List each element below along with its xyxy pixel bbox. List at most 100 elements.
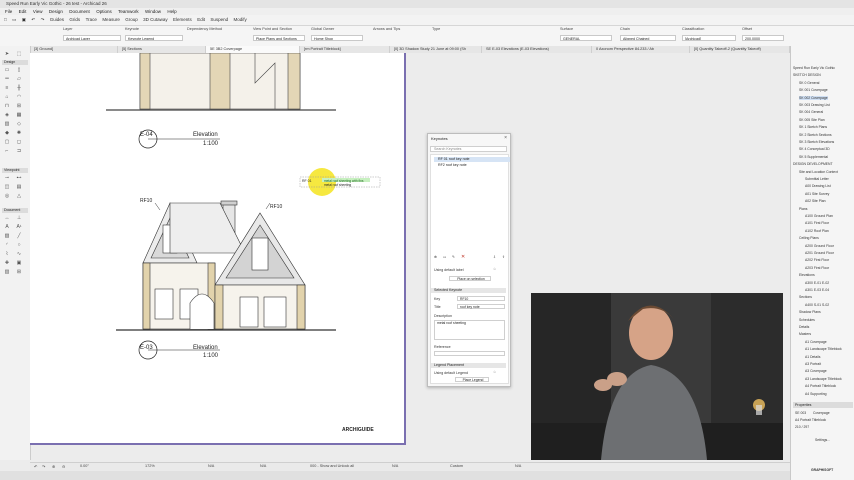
hotspot-tool-icon[interactable]: ✚ bbox=[3, 260, 11, 266]
figure-tool-icon[interactable]: ▣ bbox=[15, 260, 23, 266]
drawing-tool-icon[interactable]: ▥ bbox=[3, 269, 11, 275]
navigator-item[interactable]: A02 Site Plan bbox=[805, 199, 826, 203]
lamp-tool-icon[interactable]: ✺ bbox=[15, 130, 23, 136]
legend-placement-section[interactable]: Legend Placement bbox=[431, 363, 506, 368]
undo-icon[interactable]: ↶ bbox=[31, 15, 35, 25]
surface-select[interactable]: GENERAL bbox=[560, 35, 612, 41]
morph-tool-icon[interactable]: ◆ bbox=[3, 130, 11, 136]
toolbox-section-design[interactable]: Design bbox=[2, 60, 28, 65]
angle-value[interactable]: 0.00° bbox=[80, 464, 89, 468]
navigator-item[interactable]: Speed Run Early Vic Gothic bbox=[793, 66, 835, 70]
save-icon[interactable]: ▣ bbox=[22, 15, 26, 25]
navigator-item[interactable]: SKETCH DESIGN bbox=[793, 73, 821, 77]
navigator-item[interactable]: A4 Supporting bbox=[805, 392, 827, 396]
shell-tool-icon[interactable]: ◠ bbox=[15, 94, 23, 100]
arc-tool-icon[interactable]: ◜ bbox=[3, 242, 11, 248]
dimension-tool-icon[interactable]: ↔ bbox=[3, 215, 11, 221]
marquee-tool-icon[interactable]: ⬚ bbox=[15, 51, 23, 57]
navigator-item[interactable]: A3 Portrait bbox=[805, 362, 821, 366]
view-status[interactable]: 000 - Show and Unlock all bbox=[310, 464, 354, 468]
undo-status-icon[interactable]: ↶ bbox=[34, 464, 37, 469]
skylight-tool-icon[interactable]: ◻ bbox=[15, 139, 23, 145]
navigator-item[interactable]: A200 Ground Floor bbox=[805, 244, 834, 248]
navigator-item[interactable]: A4 Portrait Titleblock bbox=[805, 384, 836, 388]
redo-icon[interactable]: ↷ bbox=[41, 15, 45, 25]
trace-button[interactable]: Trace bbox=[86, 15, 97, 25]
navigator-item[interactable]: SK 4 Conceptual 3D bbox=[799, 147, 830, 151]
navigator-item[interactable]: A00 Drawing List bbox=[805, 184, 831, 188]
place-select[interactable]: Place Plans and Sections bbox=[253, 35, 305, 41]
navigator-item[interactable]: SK 002 Coverpage bbox=[799, 95, 828, 100]
navigator-item[interactable]: A201 Ground Floor bbox=[805, 251, 834, 255]
navigator-item[interactable]: A1 Details bbox=[805, 355, 820, 359]
arrow-tool-icon[interactable]: ➤ bbox=[3, 51, 11, 57]
na-4[interactable]: N/A bbox=[515, 464, 521, 468]
navigator-item[interactable]: A301 E-03 E-04 bbox=[805, 288, 829, 292]
navigator-item[interactable]: A3 Landscape Titleblock bbox=[805, 377, 842, 381]
menu-document[interactable]: Document bbox=[69, 8, 90, 15]
settings-button[interactable]: Settings... bbox=[815, 438, 830, 442]
navigator-item[interactable]: SK 2 Sketch Sections bbox=[799, 133, 832, 137]
guides-button[interactable]: Guides bbox=[50, 15, 64, 25]
close-icon[interactable]: × bbox=[504, 135, 507, 141]
elevation-tool-icon[interactable]: ⊷ bbox=[15, 175, 23, 181]
menu-window[interactable]: Window bbox=[145, 8, 161, 15]
menu-view[interactable]: View bbox=[33, 8, 43, 15]
navigator-item[interactable]: SK 1 Sketch Plans bbox=[799, 125, 827, 129]
navigator-item[interactable]: A203 First Floor bbox=[805, 266, 829, 270]
menu-file[interactable]: File bbox=[5, 8, 12, 15]
keynote-search-input[interactable]: Search Keynotes bbox=[430, 146, 507, 152]
interior-elevation-tool-icon[interactable]: ◫ bbox=[3, 184, 11, 190]
section-tool-icon[interactable]: ⊸ bbox=[3, 175, 11, 181]
opening-tool-icon[interactable]: ▢ bbox=[3, 139, 11, 145]
menu-design[interactable]: Design bbox=[49, 8, 63, 15]
reference-input[interactable] bbox=[434, 351, 505, 356]
navigator-item[interactable]: A101 First Floor bbox=[805, 221, 829, 225]
worksheet-tool-icon[interactable]: ▤ bbox=[15, 184, 23, 190]
navigator-item[interactable]: SK 0 General bbox=[799, 81, 819, 85]
tab-ground[interactable]: [3] Ground] bbox=[30, 46, 118, 53]
navigator-item[interactable]: A202 First Floor bbox=[805, 258, 829, 262]
label-tool-icon[interactable]: A¹ bbox=[15, 224, 23, 230]
change-tool-icon[interactable]: △ bbox=[15, 193, 23, 199]
spline-tool-icon[interactable]: ∿ bbox=[15, 251, 23, 257]
menu-options[interactable]: Options bbox=[96, 8, 112, 15]
door-tool-icon[interactable]: ⊓ bbox=[3, 103, 11, 109]
navigator-item[interactable]: A01 Site Survey bbox=[805, 192, 829, 196]
grids-button[interactable]: Grids bbox=[69, 15, 80, 25]
cutaway-button[interactable]: 3D Cutaway bbox=[143, 15, 168, 25]
tab-portrait-titleblock[interactable]: [rm Portrait Titleblock] bbox=[300, 46, 390, 53]
selected-keynote-section[interactable]: Selected Keynote bbox=[431, 288, 506, 293]
layer-select[interactable]: Archicad Layer bbox=[63, 35, 121, 41]
navigator-item[interactable]: SK 005 Site Plan bbox=[799, 118, 825, 122]
title-input[interactable]: roof key note bbox=[457, 304, 505, 309]
navigator-item[interactable]: SK 5 Supplemental bbox=[799, 155, 828, 159]
tab-quantity-takeoff[interactable]: [0] Quantity Takeoff-2 (Quantity Takeoff… bbox=[690, 46, 790, 53]
offset-input[interactable]: 200.0000 bbox=[742, 35, 784, 41]
zoom-value[interactable]: 172% bbox=[145, 464, 155, 468]
zone-tool-icon[interactable]: ▦ bbox=[15, 112, 23, 118]
suspend-button[interactable]: Suspend bbox=[210, 15, 228, 25]
chain-select[interactable]: Aligned Chained bbox=[620, 35, 676, 41]
menu-help[interactable]: Help bbox=[167, 8, 176, 15]
beam-tool-icon[interactable]: ═ bbox=[3, 76, 11, 82]
navigator-item[interactable]: Plans bbox=[799, 207, 807, 211]
description-input[interactable]: metal roof sheeting bbox=[434, 320, 505, 340]
navigator-item[interactable]: Masters bbox=[799, 332, 811, 336]
mesh-tool-icon[interactable]: ◇ bbox=[15, 121, 23, 127]
navigator-item[interactable]: Ceiling Plans bbox=[799, 236, 819, 240]
railing-tool-icon[interactable]: ╫ bbox=[15, 85, 23, 91]
level-dimension-tool-icon[interactable]: ⊥ bbox=[15, 215, 23, 221]
navigator-item[interactable]: Site and Location Context bbox=[799, 170, 838, 174]
window-tool-icon[interactable]: ⊞ bbox=[15, 103, 23, 109]
circle-tool-icon[interactable]: ○ bbox=[15, 242, 23, 248]
navigator-item[interactable]: Sections bbox=[799, 295, 812, 299]
properties-header[interactable]: Properties bbox=[793, 402, 853, 408]
object-tool-icon[interactable]: ◈ bbox=[3, 112, 11, 118]
classification-select[interactable]: [Archicad] bbox=[682, 35, 736, 41]
zoom-in-icon[interactable]: ⊕ bbox=[52, 464, 55, 469]
curtain-wall-tool-icon[interactable]: ▥ bbox=[3, 121, 11, 127]
navigator-item[interactable]: A3 Coverpage bbox=[805, 369, 827, 373]
delete-icon[interactable]: ✕ bbox=[461, 254, 465, 260]
na-1[interactable]: N/A bbox=[208, 464, 214, 468]
